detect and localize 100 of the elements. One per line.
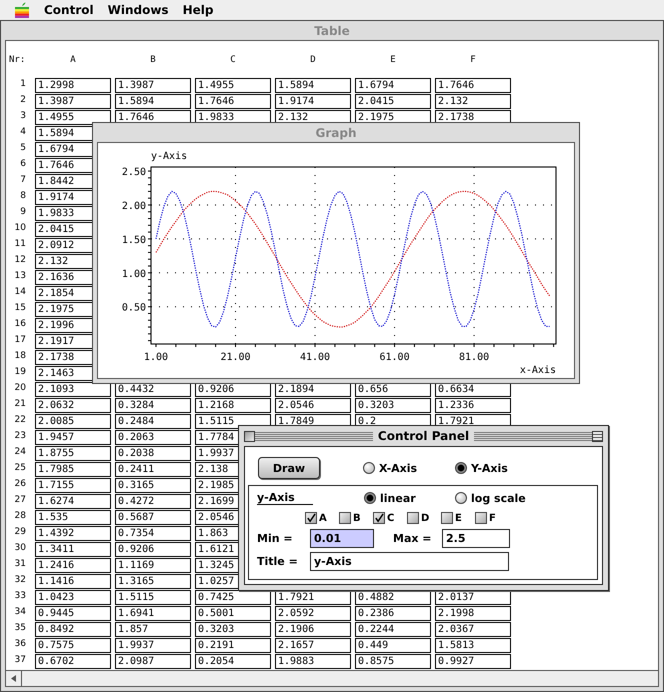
cell-field[interactable]: 1.1416	[35, 574, 111, 589]
cell-field[interactable]: 2.0367	[435, 622, 511, 637]
apple-icon[interactable]	[14, 2, 30, 18]
cell-field[interactable]: 1.3165	[115, 574, 191, 589]
cell-field[interactable]: 0.4272	[115, 494, 191, 509]
radio-option[interactable]: X-Axis	[363, 462, 455, 474]
cell-field[interactable]: 0.7575	[35, 638, 111, 653]
cell-field[interactable]: 1.6274	[35, 494, 111, 509]
cell-field[interactable]: 1.3411	[35, 542, 111, 557]
cell-field[interactable]: 1.6794	[355, 78, 431, 93]
checkbox[interactable]: E	[441, 512, 466, 524]
cell-field[interactable]: 1.9174	[275, 94, 351, 109]
cell-field[interactable]: 2.1998	[435, 606, 511, 621]
cell-field[interactable]: 1.2336	[435, 398, 511, 413]
cell-field[interactable]: 0.7354	[115, 526, 191, 541]
cell-field[interactable]: 1.6941	[115, 606, 191, 621]
menu-item[interactable]: Help	[182, 3, 214, 17]
cell-field[interactable]: 0.9206	[115, 542, 191, 557]
cell-field[interactable]: 0.2244	[355, 622, 431, 637]
cell-field[interactable]: 0.2386	[355, 606, 431, 621]
checkbox[interactable]: F	[475, 512, 500, 524]
radio-option[interactable]: log scale	[455, 492, 526, 504]
cell-field[interactable]: 0.5001	[195, 606, 271, 621]
column-header: B	[149, 54, 157, 64]
cell-field[interactable]: 2.132	[435, 94, 511, 109]
input-field[interactable]: 0.01	[310, 528, 374, 548]
cell-field[interactable]: 1.857	[115, 622, 191, 637]
tick-label: 81.00	[459, 352, 490, 363]
cell-field[interactable]: 1.3987	[115, 78, 191, 93]
cell-field[interactable]: 0.2038	[115, 446, 191, 461]
column-header: F	[469, 54, 477, 64]
cell-field[interactable]: 2.0085	[35, 414, 111, 429]
window-title: Table	[314, 24, 350, 38]
cell-field[interactable]: 1.535	[35, 510, 111, 525]
radio-option[interactable]: Y-Axis	[455, 462, 508, 474]
cell-field[interactable]: 0.2054	[195, 654, 271, 669]
cell-field[interactable]: 2.0546	[275, 398, 351, 413]
cell-field[interactable]: 0.3203	[195, 622, 271, 637]
tick-label: 1.00	[122, 268, 146, 280]
cell-field[interactable]: 0.8575	[355, 654, 431, 669]
input-field[interactable]: y-Axis	[310, 552, 509, 570]
cell-field[interactable]: 0.3284	[115, 398, 191, 413]
cell-field[interactable]: 1.4955	[195, 78, 271, 93]
input-field[interactable]: 2.5	[442, 528, 510, 548]
cell-field[interactable]: 0.3165	[115, 478, 191, 493]
cell-field[interactable]: 0.2484	[115, 414, 191, 429]
cell-field[interactable]: 0.8492	[35, 622, 111, 637]
row-number: 25	[14, 462, 27, 475]
checkmark-icon	[306, 512, 316, 524]
cell-field[interactable]: 1.7646	[195, 94, 271, 109]
cell-field[interactable]: 1.9457	[35, 430, 111, 445]
menu-item[interactable]: Control	[44, 3, 94, 17]
row-number: 17	[14, 334, 27, 347]
cell-field[interactable]: 1.7985	[35, 462, 111, 477]
field-label: Max =	[393, 532, 433, 544]
cell-field[interactable]: 2.1657	[275, 638, 351, 653]
cell-field[interactable]: 1.2416	[35, 558, 111, 573]
horizontal-scrollbar[interactable]	[6, 670, 658, 686]
cell-field[interactable]: 0.2063	[115, 430, 191, 445]
cell-field[interactable]: 1.7155	[35, 478, 111, 493]
collapse-button[interactable]	[592, 430, 603, 442]
row-number: 1	[19, 78, 27, 91]
cell-field[interactable]: 1.8755	[35, 446, 111, 461]
menu-item[interactable]: Windows	[108, 3, 169, 17]
row-number: 28	[14, 510, 27, 523]
checkbox[interactable]: D	[407, 512, 432, 524]
cell-field[interactable]: 1.7646	[435, 78, 511, 93]
cell-field[interactable]: 0.5687	[115, 510, 191, 525]
cell-field[interactable]: 1.2998	[35, 78, 111, 93]
cell-field[interactable]: 1.5894	[275, 78, 351, 93]
cell-field[interactable]: 0.6702	[35, 654, 111, 669]
window-title: Control Panel	[372, 429, 474, 443]
cell-field[interactable]: 0.2411	[115, 462, 191, 477]
cell-field[interactable]: 2.0415	[355, 94, 431, 109]
cell-field[interactable]: 1.4392	[35, 526, 111, 541]
cell-field[interactable]: 1.0423	[35, 590, 111, 605]
cell-field[interactable]: 1.1169	[115, 558, 191, 573]
cell-field[interactable]: 0.449	[355, 638, 431, 653]
cell-field[interactable]: 2.0987	[115, 654, 191, 669]
checkbox[interactable]: B	[339, 512, 364, 524]
cell-field[interactable]: 1.5894	[115, 94, 191, 109]
draw-button[interactable]: Draw	[258, 457, 320, 479]
row-number: 2	[19, 94, 27, 107]
cell-field[interactable]: 0.3203	[355, 398, 431, 413]
close-button[interactable]	[244, 430, 255, 442]
cell-field[interactable]: 1.9883	[275, 654, 351, 669]
cell-field[interactable]: 0.9927	[435, 654, 511, 669]
cell-field[interactable]: 1.5115	[115, 590, 191, 605]
cell-field[interactable]: 0.9445	[35, 606, 111, 621]
cell-field[interactable]: 2.0592	[275, 606, 351, 621]
radio-option[interactable]: linear	[364, 492, 455, 504]
cell-field[interactable]: 2.1906	[275, 622, 351, 637]
cell-field[interactable]: 1.3987	[35, 94, 111, 109]
cell-field[interactable]: 1.9937	[115, 638, 191, 653]
cell-field[interactable]: 2.0632	[35, 398, 111, 413]
cell-field[interactable]: 0.2191	[195, 638, 271, 653]
checkbox[interactable]: C	[373, 512, 398, 524]
cell-field[interactable]: 1.2168	[195, 398, 271, 413]
checkbox[interactable]: A	[305, 512, 330, 524]
cell-field[interactable]: 1.5813	[435, 638, 511, 653]
